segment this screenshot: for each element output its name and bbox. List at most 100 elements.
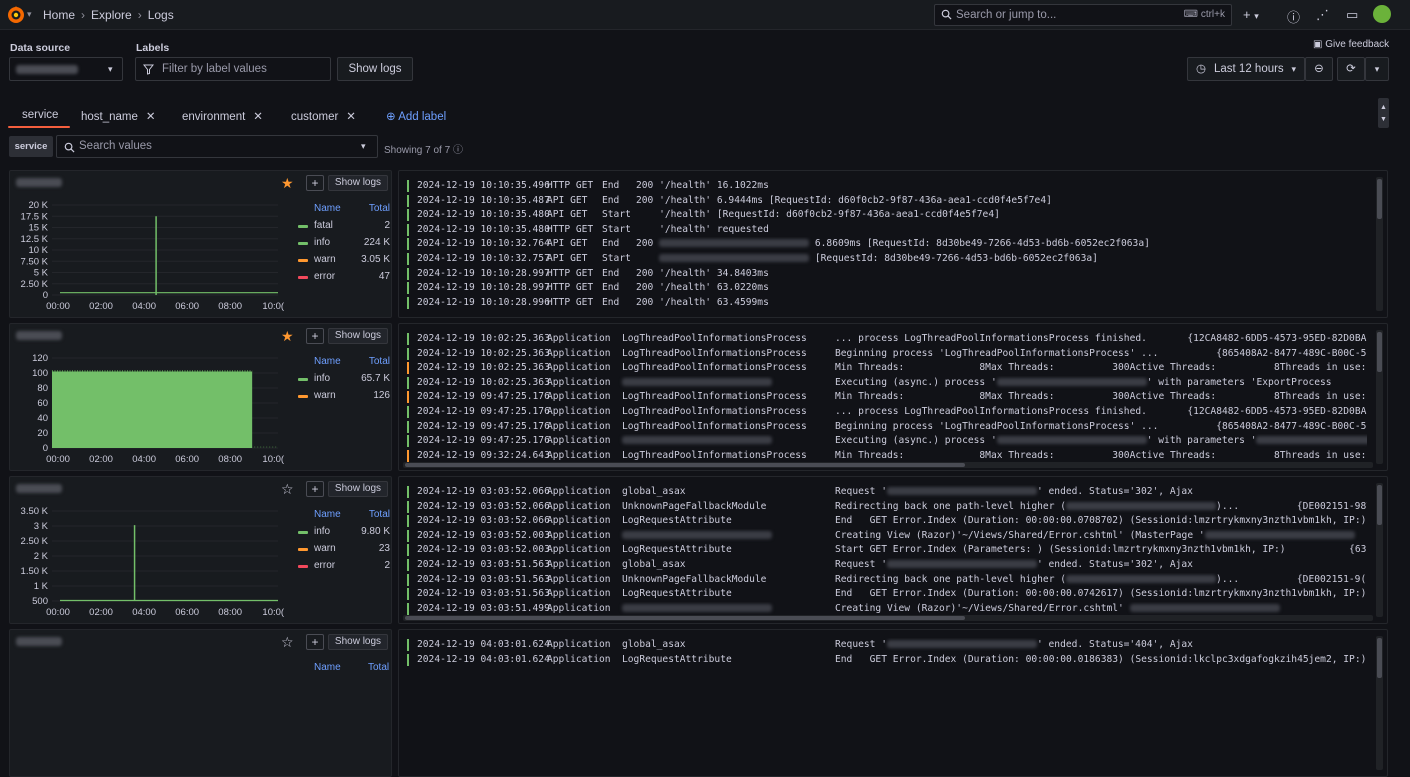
log-row[interactable]: 2024-12-19 03:03:52.066 Application LogReq…	[407, 514, 1367, 529]
service-panel: ☆ + Show logs Name Total	[9, 629, 392, 777]
log-row[interactable]: 2024-12-19 03:03:51.563 Application LogReq…	[407, 587, 1367, 602]
log-row[interactable]: 2024-12-19 09:47:25.176 Application LogThr…	[407, 390, 1367, 405]
legend-total: 2	[384, 560, 390, 571]
log-vertical-scrollbar[interactable]	[1376, 330, 1383, 464]
scrollbar-thumb[interactable]	[1377, 332, 1382, 372]
log-row[interactable]: 2024-12-19 03:03:52.066 Application Unknow…	[407, 500, 1367, 515]
scroll-down-icon[interactable]: ▼	[1380, 116, 1387, 123]
monitor-icon[interactable]: ▭	[1346, 7, 1358, 23]
breadcrumb-home[interactable]: Home	[43, 8, 75, 22]
log-row[interactable]: 2024-12-19 10:10:28.996 HTTP GET End 200 '/…	[407, 296, 1367, 311]
add-filter-button[interactable]: +	[306, 634, 324, 650]
scrollbar-thumb[interactable]	[405, 463, 965, 467]
favorite-star-icon[interactable]: ★	[281, 175, 294, 192]
legend-item-warn[interactable]: warn 23	[290, 543, 390, 557]
legend-item-info[interactable]: info 9.80 K	[290, 526, 390, 540]
refresh-button[interactable]: ⟳	[1337, 57, 1365, 81]
legend-total: 2	[384, 220, 390, 231]
scrollbar-thumb[interactable]	[1377, 638, 1382, 678]
favorite-star-icon[interactable]: ☆	[281, 481, 294, 498]
log-row[interactable]: 2024-12-19 10:10:32.764 API GET End 200 6.8…	[407, 237, 1367, 252]
scrollbar-thumb[interactable]	[1377, 179, 1382, 219]
close-icon[interactable]: ✕	[146, 111, 156, 123]
log-vertical-scrollbar[interactable]	[1376, 636, 1383, 770]
panel-show-logs-button[interactable]: Show logs	[328, 481, 388, 497]
log-vertical-scrollbar[interactable]	[1376, 177, 1383, 311]
legend-swatch	[298, 531, 308, 534]
legend-item-warn[interactable]: warn 3.05 K	[290, 254, 390, 268]
log-row[interactable]: 2024-12-19 10:10:35.487 API GET End 200 '/h…	[407, 194, 1367, 209]
time-range-picker[interactable]: ◷ Last 12 hours ▾	[1187, 57, 1305, 81]
y-tick-label: 60	[37, 398, 48, 409]
log-timestamp: 2024-12-19 10:10:32.764	[417, 238, 550, 250]
log-row[interactable]: 2024-12-19 03:03:52.066 Application global…	[407, 485, 1367, 500]
log-row[interactable]: 2024-12-19 09:47:25.176 Application Execut…	[407, 434, 1367, 449]
log-row[interactable]: 2024-12-19 10:10:28.997 HTTP GET End 200 '/…	[407, 281, 1367, 296]
add-label-button[interactable]: ⊕ Add label	[386, 109, 446, 123]
favorite-star-icon[interactable]: ☆	[281, 634, 294, 651]
legend-item-error[interactable]: error 2	[290, 560, 390, 574]
grafana-logo-icon[interactable]	[6, 5, 26, 25]
search-values-input[interactable]: Search values ▾	[56, 135, 378, 158]
page-scrollbar[interactable]: ▲ ▼	[1378, 98, 1389, 128]
log-row[interactable]: 2024-12-19 10:02:25.363 Application Execut…	[407, 376, 1367, 391]
log-row[interactable]: 2024-12-19 10:02:25.363 Application LogThr…	[407, 347, 1367, 362]
log-row[interactable]: 2024-12-19 03:03:51.563 Application global…	[407, 558, 1367, 573]
user-avatar-icon[interactable]	[1373, 5, 1391, 23]
close-icon[interactable]: ✕	[253, 111, 263, 123]
log-row[interactable]: 2024-12-19 10:10:35.480 API GET Start '/he…	[407, 208, 1367, 223]
datasource-select[interactable]: ▾	[9, 57, 123, 81]
refresh-interval-dropdown[interactable]: ▾	[1365, 57, 1389, 81]
scroll-up-icon[interactable]: ▲	[1380, 104, 1387, 111]
log-row[interactable]: 2024-12-19 10:02:25.363 Application LogThr…	[407, 332, 1367, 347]
chevron-down-icon: ▾	[361, 141, 366, 151]
log-row[interactable]: 2024-12-19 10:10:32.757 API GET Start [Req…	[407, 252, 1367, 267]
tab-service[interactable]: service	[22, 109, 58, 121]
log-row[interactable]: 2024-12-19 03:03:52.003 Application Creati…	[407, 529, 1367, 544]
log-row[interactable]: 2024-12-19 10:10:35.480 HTTP GET Start '/h…	[407, 223, 1367, 238]
tab-host-name[interactable]: host_name ✕	[81, 109, 156, 123]
panel-show-logs-button[interactable]: Show logs	[328, 175, 388, 191]
label-filter-input[interactable]: Filter by label values	[135, 57, 331, 81]
scrollbar-thumb[interactable]	[405, 616, 965, 620]
legend-item-fatal[interactable]: fatal 2	[290, 220, 390, 234]
log-row[interactable]: 2024-12-19 04:03:01.624 Application LogReq…	[407, 653, 1367, 668]
close-icon[interactable]: ✕	[346, 111, 356, 123]
rss-icon[interactable]: ⋰	[1316, 7, 1329, 23]
log-row[interactable]: 2024-12-19 03:03:51.563 Application Unknow…	[407, 573, 1367, 588]
log-horizontal-scrollbar[interactable]	[403, 462, 1373, 468]
service-panel: ★ + Show logs 120 100 80 60 40 20 0 00:00 02:00 04:0…	[9, 323, 392, 471]
panel-show-logs-button[interactable]: Show logs	[328, 328, 388, 344]
add-filter-button[interactable]: +	[306, 328, 324, 344]
help-icon[interactable]: ⓘ	[1287, 7, 1300, 26]
global-search-input[interactable]: Search or jump to... ⌨ ctrl+k	[934, 4, 1232, 26]
show-logs-button[interactable]: Show logs	[337, 57, 413, 81]
legend-item-info[interactable]: info 224 K	[290, 237, 390, 251]
x-tick-label: 02:00	[89, 454, 113, 465]
add-filter-button[interactable]: +	[306, 481, 324, 497]
log-row[interactable]: 2024-12-19 04:03:01.624 Application global…	[407, 638, 1367, 653]
log-row[interactable]: 2024-12-19 10:02:25.363 Application LogThr…	[407, 361, 1367, 376]
panel-show-logs-button[interactable]: Show logs	[328, 634, 388, 650]
legend-item-info[interactable]: info 65.7 K	[290, 373, 390, 387]
log-row[interactable]: 2024-12-19 09:47:25.176 Application LogThr…	[407, 420, 1367, 435]
menu-chevron-down-icon[interactable]: ▾	[27, 9, 32, 20]
favorite-star-icon[interactable]: ★	[281, 328, 294, 345]
legend-item-error[interactable]: error 47	[290, 271, 390, 285]
tab-customer[interactable]: customer ✕	[291, 109, 356, 123]
scrollbar-thumb[interactable]	[1377, 485, 1382, 525]
legend-item-warn[interactable]: warn 126	[290, 390, 390, 404]
log-row[interactable]: 2024-12-19 10:10:28.997 HTTP GET End 200 '/…	[407, 267, 1367, 282]
tab-environment[interactable]: environment ✕	[182, 109, 263, 123]
log-row[interactable]: 2024-12-19 10:10:35.496 HTTP GET End 200 '/…	[407, 179, 1367, 194]
breadcrumb-explore[interactable]: Explore	[91, 8, 132, 22]
breadcrumb-separator-icon: ›	[137, 8, 142, 22]
log-row[interactable]: 2024-12-19 03:03:52.003 Application LogReq…	[407, 543, 1367, 558]
log-row[interactable]: 2024-12-19 09:47:25.176 Application LogThr…	[407, 405, 1367, 420]
log-vertical-scrollbar[interactable]	[1376, 483, 1383, 617]
add-filter-button[interactable]: +	[306, 175, 324, 191]
new-plus-icon[interactable]: + ▾	[1243, 7, 1259, 22]
log-horizontal-scrollbar[interactable]	[403, 615, 1373, 621]
zoom-out-button[interactable]: ⊖	[1305, 57, 1333, 81]
give-feedback-link[interactable]: ▣ Give feedback	[1313, 39, 1389, 50]
